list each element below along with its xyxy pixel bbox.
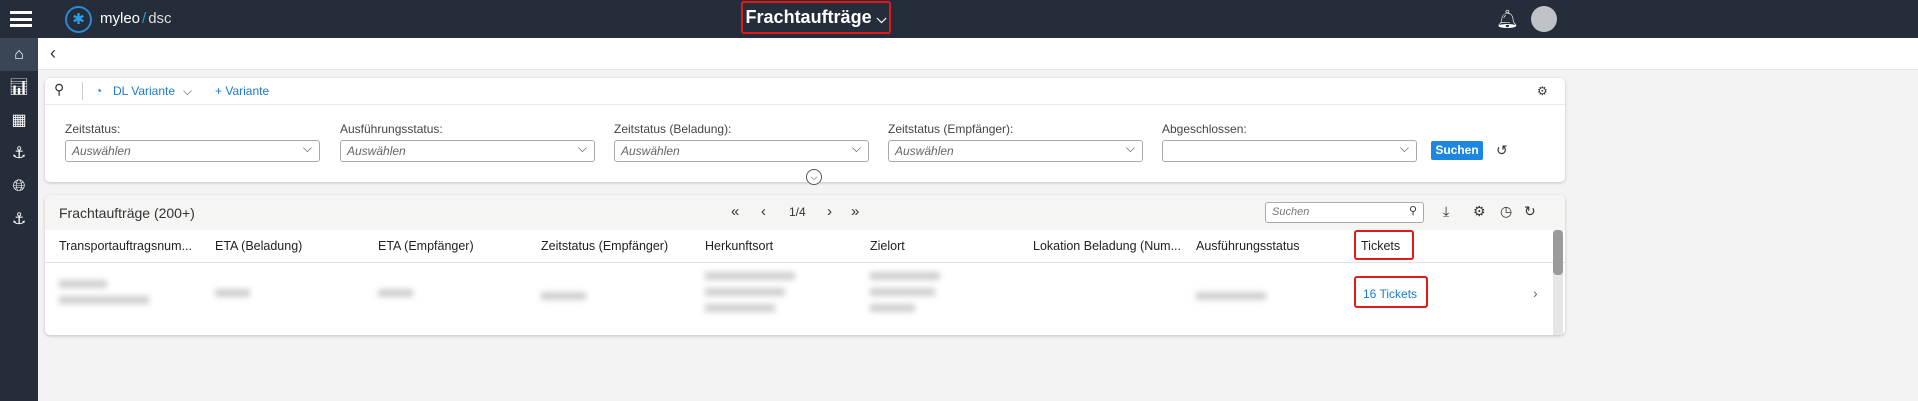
column-header[interactable]: Transportauftragsnum...: [59, 239, 192, 253]
page-title-dropdown[interactable]: Frachtaufträge ⌵: [741, 1, 891, 34]
filter-toolbar: ⚲ ◔ DL Variante ⌵ + Variante ⚙: [45, 78, 1565, 105]
globe-icon[interactable]: 🌐︎: [0, 170, 38, 203]
brand: myleo / dsc: [100, 10, 172, 27]
search-icon[interactable]: ⚲: [54, 81, 64, 98]
anchor-icon[interactable]: ⚓︎: [0, 137, 38, 170]
page-indicator: 1/4: [789, 205, 806, 219]
avatar[interactable]: [1531, 6, 1557, 32]
table-search-input[interactable]: Suchen ⚲: [1265, 202, 1424, 223]
expand-icon[interactable]: ⌵: [806, 169, 822, 185]
sidebar: ⌂ 📊︎ ▦ ⚓︎ 🌐︎ ⚓︎: [0, 38, 38, 401]
highlight-box: [1354, 230, 1414, 260]
top-bar: ✱ myleo / dsc Frachtaufträge ⌵ 🔔︎: [0, 0, 1918, 38]
chevron-down-icon: ⌵: [876, 11, 887, 26]
back-icon[interactable]: ‹: [50, 43, 56, 64]
column-header[interactable]: ETA (Empfänger): [378, 239, 474, 253]
column-header[interactable]: ETA (Beladung): [215, 239, 302, 253]
next-page-icon[interactable]: ›: [827, 203, 832, 220]
page-title: Frachtaufträge: [745, 7, 872, 27]
logo-icon: ✱: [65, 6, 92, 33]
last-page-icon[interactable]: »: [851, 203, 859, 220]
history-icon[interactable]: ◷: [1500, 203, 1512, 220]
variant-icon: ◔: [95, 84, 103, 98]
scrollbar[interactable]: [1553, 230, 1563, 335]
download-icon[interactable]: ⤓: [1443, 203, 1449, 220]
table-toolbar: Frachtaufträge (200+) « ‹ 1/4 › » Suchen…: [45, 195, 1565, 230]
filter-label: Abgeschlossen:: [1162, 122, 1247, 136]
brand-name: myleo: [100, 10, 141, 27]
menu-icon[interactable]: [10, 11, 32, 27]
zeitstatus-beladung-select[interactable]: Auswählen: [614, 140, 869, 162]
column-header[interactable]: Zeitstatus (Empfänger): [541, 239, 668, 253]
zeitstatus-select[interactable]: Auswählen: [65, 140, 320, 162]
chevron-down-icon[interactable]: ⌵: [183, 84, 192, 99]
column-header[interactable]: Zielort: [870, 239, 905, 253]
analytics-icon[interactable]: 📊︎: [0, 71, 38, 104]
variant-dropdown[interactable]: DL Variante: [113, 84, 175, 98]
prev-page-icon[interactable]: ‹: [761, 203, 766, 220]
search-button[interactable]: Suchen: [1431, 141, 1483, 160]
filter-label: Zeitstatus (Beladung):: [614, 122, 732, 136]
back-row: ‹: [38, 38, 1918, 70]
brand-sep: /: [142, 10, 147, 27]
bell-icon[interactable]: 🔔︎: [1496, 9, 1519, 30]
filter-panel: ⚲ ◔ DL Variante ⌵ + Variante ⚙ Zeitstatu…: [45, 78, 1565, 185]
filter-label: Ausführungsstatus:: [340, 122, 443, 136]
filter-label: Zeitstatus:: [65, 122, 121, 136]
chevron-right-icon[interactable]: ›: [1533, 285, 1538, 301]
ausfuehrungsstatus-select[interactable]: Auswählen: [340, 140, 595, 162]
column-header[interactable]: Ausführungsstatus: [1196, 239, 1300, 253]
orders-table: Frachtaufträge (200+) « ‹ 1/4 › » Suchen…: [45, 195, 1565, 335]
search-placeholder: Suchen: [1272, 206, 1310, 218]
refresh-icon[interactable]: ↻: [1524, 203, 1536, 220]
abgeschlossen-select[interactable]: [1162, 140, 1417, 162]
filter-label: Zeitstatus (Empfänger):: [888, 122, 1014, 136]
search-icon: ⚲: [1408, 205, 1417, 217]
first-page-icon[interactable]: «: [731, 203, 739, 220]
tickets-link[interactable]: 16 Tickets: [1363, 287, 1417, 301]
table-title: Frachtaufträge (200+): [59, 205, 195, 221]
settings-icon[interactable]: ⚙: [1473, 203, 1486, 220]
add-variant-button[interactable]: + Variante: [215, 84, 269, 98]
anchor-icon[interactable]: ⚓︎: [0, 203, 38, 236]
reset-icon[interactable]: ↺: [1496, 142, 1508, 159]
zeitstatus-empfaenger-select[interactable]: Auswählen: [888, 140, 1143, 162]
home-icon[interactable]: ⌂: [0, 38, 38, 71]
column-header[interactable]: Lokation Beladung (Num...: [1033, 239, 1181, 253]
dashboard-icon[interactable]: ▦: [0, 104, 38, 137]
column-header[interactable]: Herkunftsort: [705, 239, 773, 253]
brand-product: dsc: [148, 10, 172, 27]
settings-icon[interactable]: ⚙: [1537, 84, 1548, 98]
